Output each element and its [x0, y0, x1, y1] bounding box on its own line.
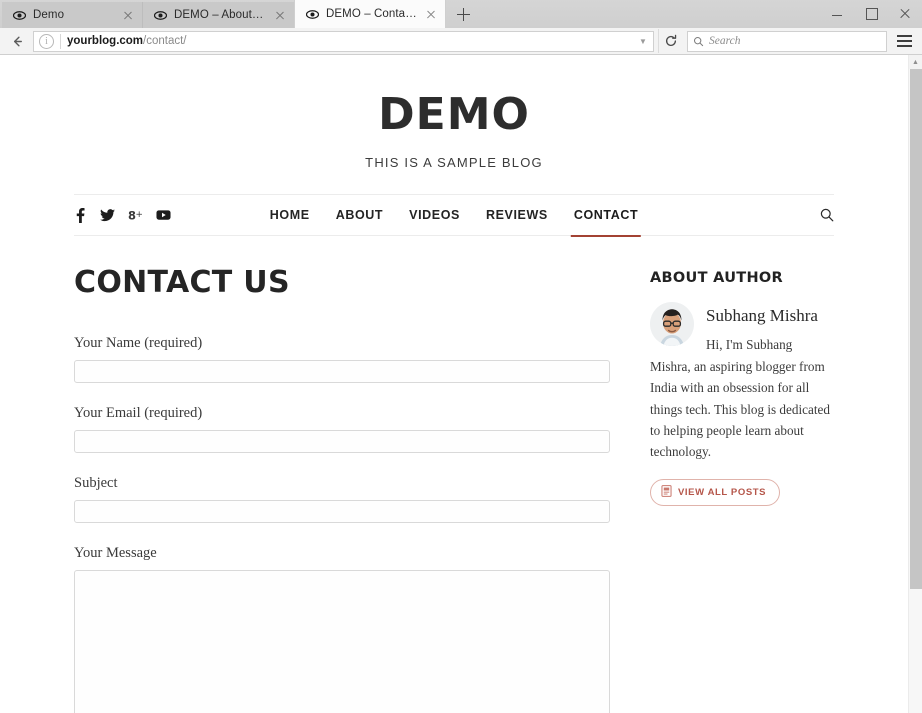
- menu-item-contact[interactable]: CONTACT: [561, 194, 651, 237]
- social-links: 8 +: [74, 207, 171, 223]
- info-icon[interactable]: i: [39, 33, 54, 49]
- page-content: DEMO THIS IS A SAMPLE BLOG 8 + HOME ABOU…: [0, 55, 908, 713]
- browser-tab-2[interactable]: DEMO – About me: [142, 2, 294, 28]
- site-search-icon[interactable]: [820, 208, 834, 222]
- close-window-button[interactable]: [888, 0, 922, 26]
- url-path: /contact/: [143, 35, 187, 47]
- eye-icon: [12, 8, 26, 22]
- address-bar[interactable]: i yourblog.com/contact/ ▼: [33, 30, 654, 52]
- browser-window: Demo DEMO – About me DEMO – Contact Us: [0, 0, 922, 713]
- browser-toolbar: i yourblog.com/contact/ ▼ Search: [0, 28, 922, 55]
- minimize-button[interactable]: [820, 0, 854, 26]
- back-arrow-icon[interactable]: [4, 29, 30, 53]
- field-label-email: Your Email (required): [74, 405, 203, 421]
- subject-input[interactable]: [74, 500, 610, 523]
- scrollbar-thumb[interactable]: [909, 69, 922, 589]
- page-title: CONTACT US: [74, 265, 290, 300]
- browser-tab-3-active[interactable]: DEMO – Contact Us: [294, 0, 446, 28]
- sidebar: ABOUT AUTHOR Subhang Mishra Hi, I'm Subh…: [650, 266, 834, 713]
- main-column: CONTACT US Your Name (required) Your Ema…: [74, 266, 610, 713]
- email-input[interactable]: [74, 430, 610, 453]
- googleplus-icon[interactable]: 8 +: [128, 208, 143, 222]
- vertical-scrollbar[interactable]: ▲: [908, 55, 922, 713]
- form-field-message: Your Message: [74, 545, 610, 713]
- browser-tab-1[interactable]: Demo: [2, 2, 142, 28]
- url-divider: [60, 33, 61, 49]
- tab-title: Demo: [33, 9, 65, 21]
- widget-title-about-author: ABOUT AUTHOR: [650, 270, 783, 286]
- name-input[interactable]: [74, 360, 610, 383]
- chevron-down-icon[interactable]: ▼: [635, 37, 651, 46]
- url-text: yourblog.com/contact/: [67, 35, 635, 47]
- page-viewport: DEMO THIS IS A SAMPLE BLOG 8 + HOME ABOU…: [0, 55, 922, 713]
- message-textarea[interactable]: [74, 570, 610, 713]
- form-field-email: Your Email (required): [74, 405, 610, 453]
- eye-icon: [153, 8, 167, 22]
- site-header: DEMO THIS IS A SAMPLE BLOG: [0, 55, 908, 171]
- site-navigation: 8 + HOME ABOUT VIDEOS REVIEWS CONTACT: [74, 194, 834, 237]
- close-icon[interactable]: [272, 7, 288, 23]
- field-label-message: Your Message: [74, 545, 157, 561]
- reload-icon[interactable]: [658, 29, 682, 53]
- scroll-up-icon[interactable]: ▲: [908, 55, 922, 69]
- tab-strip: Demo DEMO – About me DEMO – Contact Us: [0, 0, 476, 28]
- author-bio: Hi, I'm Subhang Mishra, an aspiring blog…: [650, 337, 830, 460]
- scrollbar-track[interactable]: [909, 69, 922, 713]
- form-field-subject: Subject: [74, 475, 610, 523]
- tab-title: DEMO – About me: [174, 9, 266, 21]
- browser-search-input[interactable]: Search: [687, 30, 887, 52]
- search-icon: [693, 36, 704, 47]
- menu-item-reviews[interactable]: REVIEWS: [473, 194, 561, 236]
- field-label-name: Your Name (required): [74, 335, 203, 351]
- maximize-button[interactable]: [854, 0, 888, 26]
- author-widget: Subhang Mishra Hi, I'm Subhang Mishra, a…: [650, 302, 834, 463]
- browser-titlebar: Demo DEMO – About me DEMO – Contact Us: [0, 0, 922, 28]
- window-controls: [820, 0, 922, 26]
- field-label-subject: Subject: [74, 475, 118, 491]
- form-field-name: Your Name (required): [74, 335, 610, 383]
- blog-site: DEMO THIS IS A SAMPLE BLOG 8 + HOME ABOU…: [0, 55, 908, 713]
- svg-text:+: +: [136, 210, 143, 220]
- close-icon[interactable]: [120, 7, 136, 23]
- view-all-posts-label: VIEW ALL POSTS: [678, 486, 767, 498]
- site-title[interactable]: DEMO: [0, 93, 908, 137]
- facebook-icon[interactable]: [74, 207, 87, 223]
- url-domain: yourblog.com: [67, 35, 144, 47]
- document-icon: [661, 484, 672, 500]
- menu-item-home[interactable]: HOME: [257, 194, 323, 236]
- menu-item-videos[interactable]: VIDEOS: [396, 194, 473, 236]
- close-icon[interactable]: [423, 6, 439, 22]
- youtube-icon[interactable]: [156, 209, 171, 221]
- page-body: CONTACT US Your Name (required) Your Ema…: [74, 236, 834, 713]
- site-tagline: THIS IS A SAMPLE BLOG: [365, 155, 543, 170]
- twitter-icon[interactable]: [100, 208, 115, 222]
- search-placeholder: Search: [709, 35, 741, 47]
- eye-icon: [305, 7, 319, 21]
- main-menu: HOME ABOUT VIDEOS REVIEWS CONTACT: [257, 194, 651, 237]
- avatar: [650, 302, 694, 346]
- view-all-posts-button[interactable]: VIEW ALL POSTS: [650, 478, 781, 506]
- contact-form: Your Name (required) Your Email (require…: [74, 335, 610, 713]
- tab-title: DEMO – Contact Us: [326, 8, 417, 20]
- hamburger-menu-icon[interactable]: [890, 29, 918, 53]
- new-tab-button[interactable]: [450, 1, 476, 27]
- menu-item-about[interactable]: ABOUT: [323, 194, 396, 236]
